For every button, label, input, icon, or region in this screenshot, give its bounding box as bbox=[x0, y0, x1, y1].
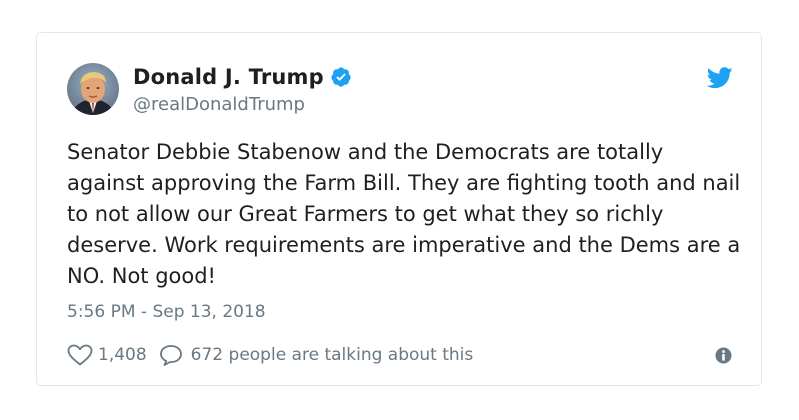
verified-badge-icon bbox=[330, 66, 352, 88]
info-icon[interactable] bbox=[715, 347, 732, 364]
like-count: 1,408 bbox=[98, 345, 147, 365]
author-name-row[interactable]: Donald J. Trump bbox=[133, 63, 352, 91]
display-name[interactable]: Donald J. Trump bbox=[133, 65, 324, 89]
tweet-timestamp[interactable]: 5:56 PM - Sep 13, 2018 bbox=[67, 302, 266, 322]
tweet-text: Senator Debbie Stabenow and the Democrat… bbox=[67, 140, 741, 288]
tweet-card: Donald J. Trump @realDonaldTrump Senator… bbox=[36, 32, 762, 386]
twitter-bird-icon[interactable] bbox=[706, 67, 733, 89]
reply-button[interactable]: 672 people are talking about this bbox=[147, 344, 474, 366]
tweet-actions: 1,408 672 people are talking about this bbox=[67, 342, 473, 368]
heart-icon bbox=[67, 344, 93, 366]
avatar[interactable] bbox=[67, 63, 119, 115]
author-handle[interactable]: @realDonaldTrump bbox=[133, 94, 305, 115]
like-button[interactable]: 1,408 bbox=[67, 344, 147, 366]
speech-bubble-icon bbox=[159, 344, 183, 366]
reply-text: 672 people are talking about this bbox=[190, 345, 474, 365]
